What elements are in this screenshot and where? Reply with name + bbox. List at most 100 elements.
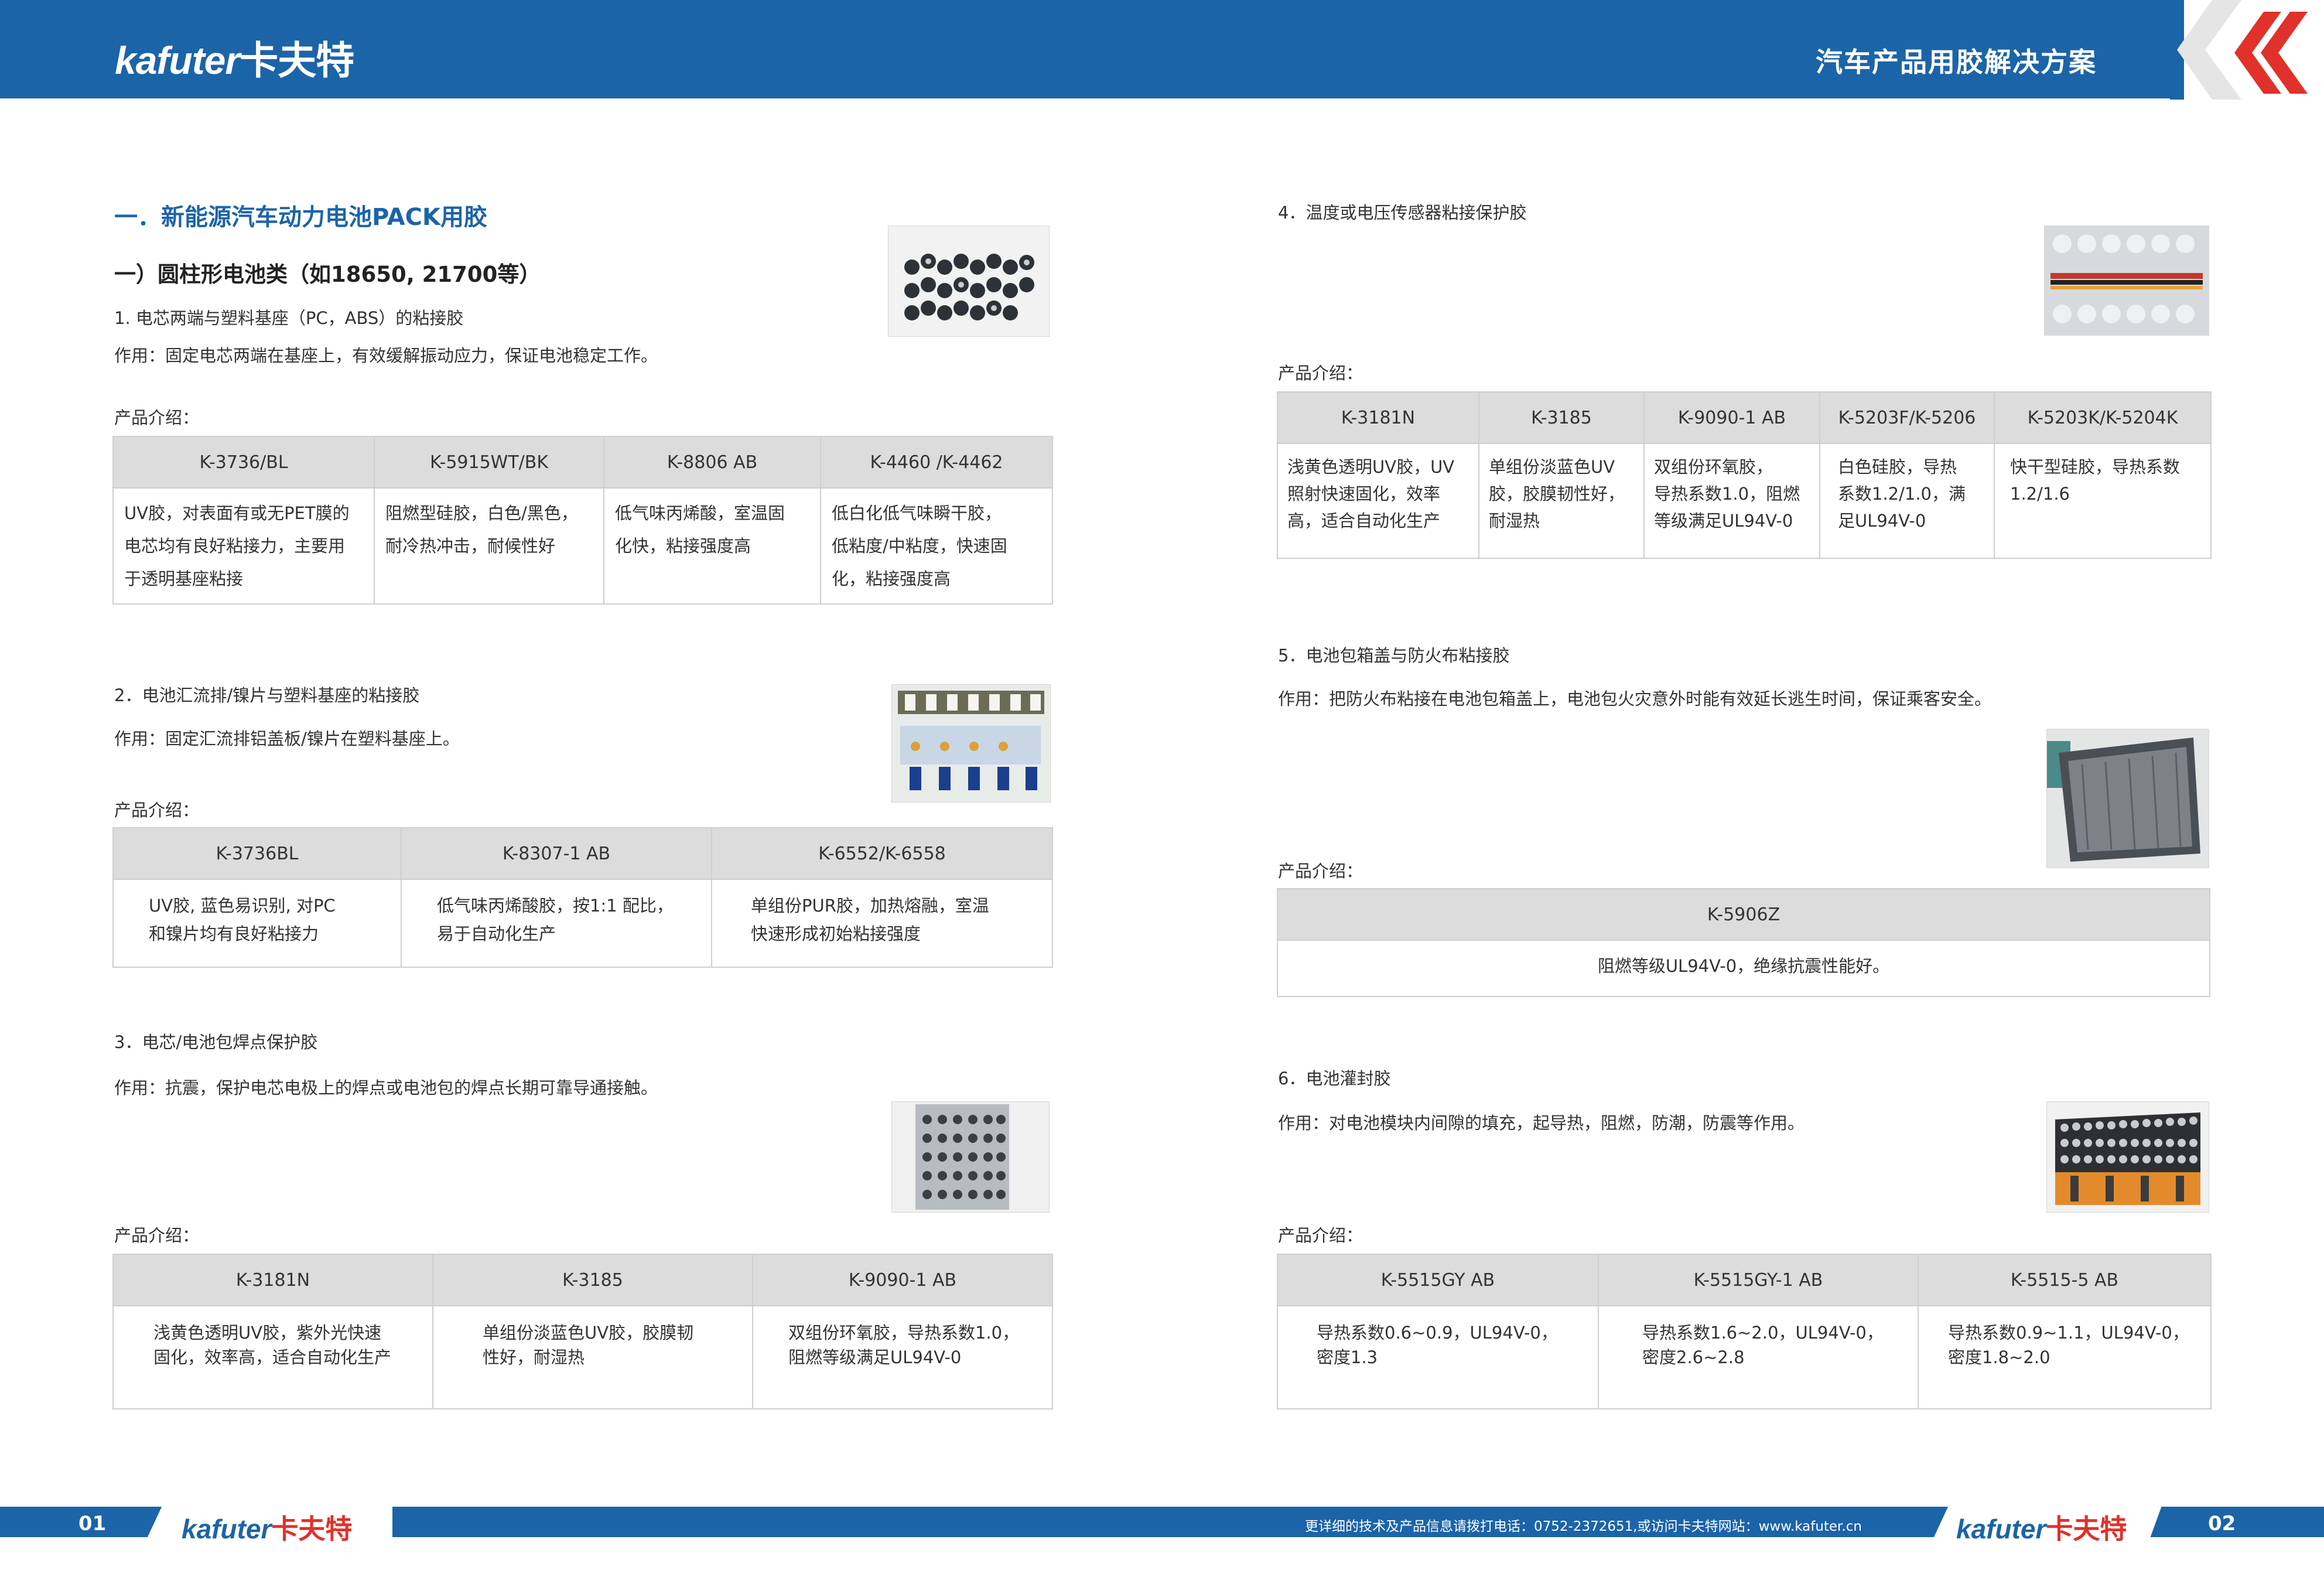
item1-product-label: 产品介绍：	[114, 408, 200, 428]
col-header: K-3736/BL	[112, 436, 375, 489]
brand-logo: kafuter卡夫特	[115, 29, 354, 86]
item2-product-table: K-3736BL K-8307-1 AB K-6552/K-6558 UV胶, …	[112, 827, 1053, 968]
table-cell: 导热系数1.6~2.0，UL94V-0， 密度2.6~2.8	[1598, 1305, 1919, 1409]
col-header: K-3736BL	[112, 827, 402, 880]
col-header: K-8307-1 AB	[401, 827, 712, 880]
cell-line: 阻燃等级满足UL94V-0	[788, 1347, 962, 1367]
cell-line: 快干型硅胶，导热系数	[2010, 457, 2181, 477]
item3-product-label: 产品介绍：	[114, 1226, 200, 1245]
item4-product-table: K-3181N K-3185 K-9090-1 AB K-5203F/K-520…	[1277, 391, 2212, 559]
cell-line: 高，适合自动化生产	[1287, 511, 1441, 531]
table-cell: UV胶, 蓝色易识别, 对PC 和镍片均有良好粘接力	[112, 879, 402, 968]
col-header: K-3185	[432, 1254, 753, 1306]
cell-line: 阻燃型硅胶，白色/黑色，	[385, 503, 578, 523]
weld-point-photo	[891, 1101, 1050, 1213]
cell-line: 导热系数1.6~2.0，UL94V-0，	[1642, 1323, 1884, 1343]
col-header: K-8806 AB	[603, 436, 821, 489]
col-header: K-5203K/K-5204K	[1994, 391, 2212, 444]
cell-line: 易于自动化生产	[437, 924, 556, 944]
table-cell: 导热系数0.6~0.9，UL94V-0， 密度1.3	[1277, 1305, 1599, 1409]
cell-line: 于透明基座粘接	[124, 569, 244, 589]
col-header: K-5906Z	[1277, 888, 2210, 941]
cell-line: 1.2/1.6	[2010, 484, 2070, 504]
logo-cn: 卡夫特	[271, 1514, 353, 1544]
item2-usage: 作用：固定汇流排铝盖板/镍片在塑料基座上。	[114, 729, 460, 749]
item6-usage: 作用：对电池模块内间隙的填充，起导热，阻燃，防潮，防震等作用。	[1278, 1113, 1805, 1133]
cell-line: UV胶，对表面有或无PET膜的	[124, 503, 350, 523]
cell-line: 性好，耐湿热	[483, 1347, 585, 1367]
item3-heading: 3．电芯/电池包焊点保护胶	[114, 1032, 318, 1052]
item5-product-label: 产品介绍：	[1278, 861, 1363, 881]
item2-product-label: 产品介绍：	[114, 800, 200, 820]
col-header: K-9090-1 AB	[752, 1254, 1053, 1306]
col-header: K-3181N	[112, 1254, 433, 1306]
table-cell: 浅黄色透明UV胶，紫外光快速 固化，效率高，适合自动化生产	[112, 1305, 433, 1409]
table-cell: 低气味丙烯酸，室温固 化快，粘接强度高	[603, 487, 821, 605]
cell-line: 系数1.2/1.0，满	[1838, 484, 1966, 504]
cell-line: 耐冷热冲击，耐候性好	[385, 536, 556, 556]
page-header: kafuter卡夫特 汽车产品用胶解决方案	[0, 0, 2324, 100]
cell-line: 足UL94V-0	[1838, 511, 1926, 531]
cell-line: 单组份淡蓝色UV	[1489, 457, 1615, 477]
table-cell: 浅黄色透明UV胶，UV 照射快速固化，效率 高，适合自动化生产	[1277, 443, 1479, 559]
col-header: K-3181N	[1277, 391, 1479, 444]
cell-line: 双组份环氧胶，导热系数1.0，	[788, 1323, 1020, 1343]
table-cell: 单组份淡蓝色UV胶，胶膜韧性好，耐湿热	[432, 1305, 753, 1409]
item5-product-table: K-5906Z 阻燃等级UL94V-0，绝缘抗震性能好。	[1277, 888, 2210, 997]
cell-line: 密度1.3	[1317, 1347, 1378, 1367]
cell-line: 双组份环氧胶，	[1654, 457, 1773, 477]
table-cell: 低白化低气味瞬干胶， 低粘度/中粘度，快速固 化，粘接强度高	[820, 487, 1053, 605]
table-cell: 导热系数0.9~1.1，UL94V-0， 密度1.8~2.0	[1918, 1305, 2212, 1409]
item5-heading: 5．电池包箱盖与防火布粘接胶	[1278, 646, 1510, 665]
col-header: K-9090-1 AB	[1643, 391, 1820, 444]
cell-line: 耐湿热	[1489, 511, 1540, 531]
cell-line: 导热系数0.9~1.1，UL94V-0，	[1948, 1323, 2189, 1343]
table-cell: 双组份环氧胶，导热系数1.0， 阻燃等级满足UL94V-0	[752, 1305, 1053, 1409]
cell-line: 阻燃等级UL94V-0，绝缘抗震性能好。	[1597, 956, 1890, 976]
cell-line: 低粘度/中粘度，快速固	[832, 536, 1007, 556]
item3-usage: 作用：抗震，保护电芯电极上的焊点或电池包的焊点长期可靠导通接触。	[114, 1078, 658, 1098]
sensor-photo	[2044, 226, 2209, 336]
header-strip	[0, 94, 2324, 98]
table-cell: 单组份淡蓝色UV 胶，胶膜韧性好， 耐湿热	[1478, 443, 1645, 559]
cell-line: 浅黄色透明UV胶，紫外光快速	[153, 1323, 382, 1343]
item1-usage: 作用：固定电芯两端在基座上，有效缓解振动应力，保证电池稳定工作。	[114, 346, 658, 366]
cell-line: 胶，胶膜韧性好，	[1489, 484, 1625, 504]
cell-line: 固化，效率高，适合自动化生产	[153, 1347, 392, 1367]
col-header: K-5515GY-1 AB	[1598, 1254, 1919, 1306]
cell-line: 密度2.6~2.8	[1642, 1347, 1745, 1367]
col-header: K-4460 /K-4462	[820, 436, 1053, 489]
table-cell: 阻燃型硅胶，白色/黑色， 耐冷热冲击，耐候性好	[374, 487, 604, 605]
cell-line: 白色硅胶，导热	[1838, 457, 1957, 477]
cell-line: 快速形成初始粘接强度	[751, 924, 921, 944]
potting-photo	[2046, 1101, 2209, 1213]
cell-line: 浅黄色透明UV胶，UV	[1287, 457, 1455, 477]
table-cell: 白色硅胶，导热 系数1.2/1.0，满 足UL94V-0	[1819, 443, 1995, 559]
logo-en: kafuter	[182, 1514, 272, 1544]
item6-heading: 6．电池灌封胶	[1278, 1069, 1391, 1088]
page-number-right: 02	[2208, 1512, 2236, 1535]
table-cell: 低气味丙烯酸胶，按1:1 配比， 易于自动化生产	[401, 879, 712, 968]
cell-line: 化，粘接强度高	[832, 569, 951, 589]
table-cell: 快干型硅胶，导热系数 1.2/1.6	[1994, 443, 2212, 559]
cell-line: 密度1.8~2.0	[1948, 1347, 2050, 1367]
item2-heading: 2．电池汇流排/镍片与塑料基座的粘接胶	[114, 685, 420, 705]
col-header: K-3185	[1478, 391, 1645, 444]
item1-heading: 1. 电芯两端与塑料基座（PC，ABS）的粘接胶	[114, 308, 464, 328]
cell-line: 单组份淡蓝色UV胶，胶膜韧	[483, 1323, 694, 1343]
section-title: 一．新能源汽车动力电池PACK用胶	[114, 204, 487, 231]
busbar-photo	[891, 684, 1051, 803]
col-header: K-5915WT/BK	[374, 436, 604, 489]
footer-contact: 更详细的技术及产品信息请拨打电话：0752-2372651,或访问卡夫特网站：w…	[1305, 1519, 1862, 1534]
col-header: K-5515-5 AB	[1918, 1254, 2212, 1306]
subsection-title: 一）圆柱形电池类（如18650, 21700等）	[114, 262, 541, 287]
cell-line: 低气味丙烯酸胶，按1:1 配比，	[437, 896, 674, 916]
item5-usage: 作用：把防火布粘接在电池包箱盖上，电池包火灾意外时能有效延长逃生时间，保证乘客安…	[1278, 689, 1992, 709]
col-header: K-6552/K-6558	[711, 827, 1053, 880]
col-header: K-5203F/K-5206	[1819, 391, 1995, 444]
item4-product-label: 产品介绍：	[1278, 363, 1363, 383]
item4-heading: 4．温度或电压传感器粘接保护胶	[1278, 203, 1527, 223]
header-notch	[2170, 0, 2324, 100]
logo-cn: 卡夫特	[240, 39, 354, 82]
col-header: K-5515GY AB	[1277, 1254, 1599, 1306]
